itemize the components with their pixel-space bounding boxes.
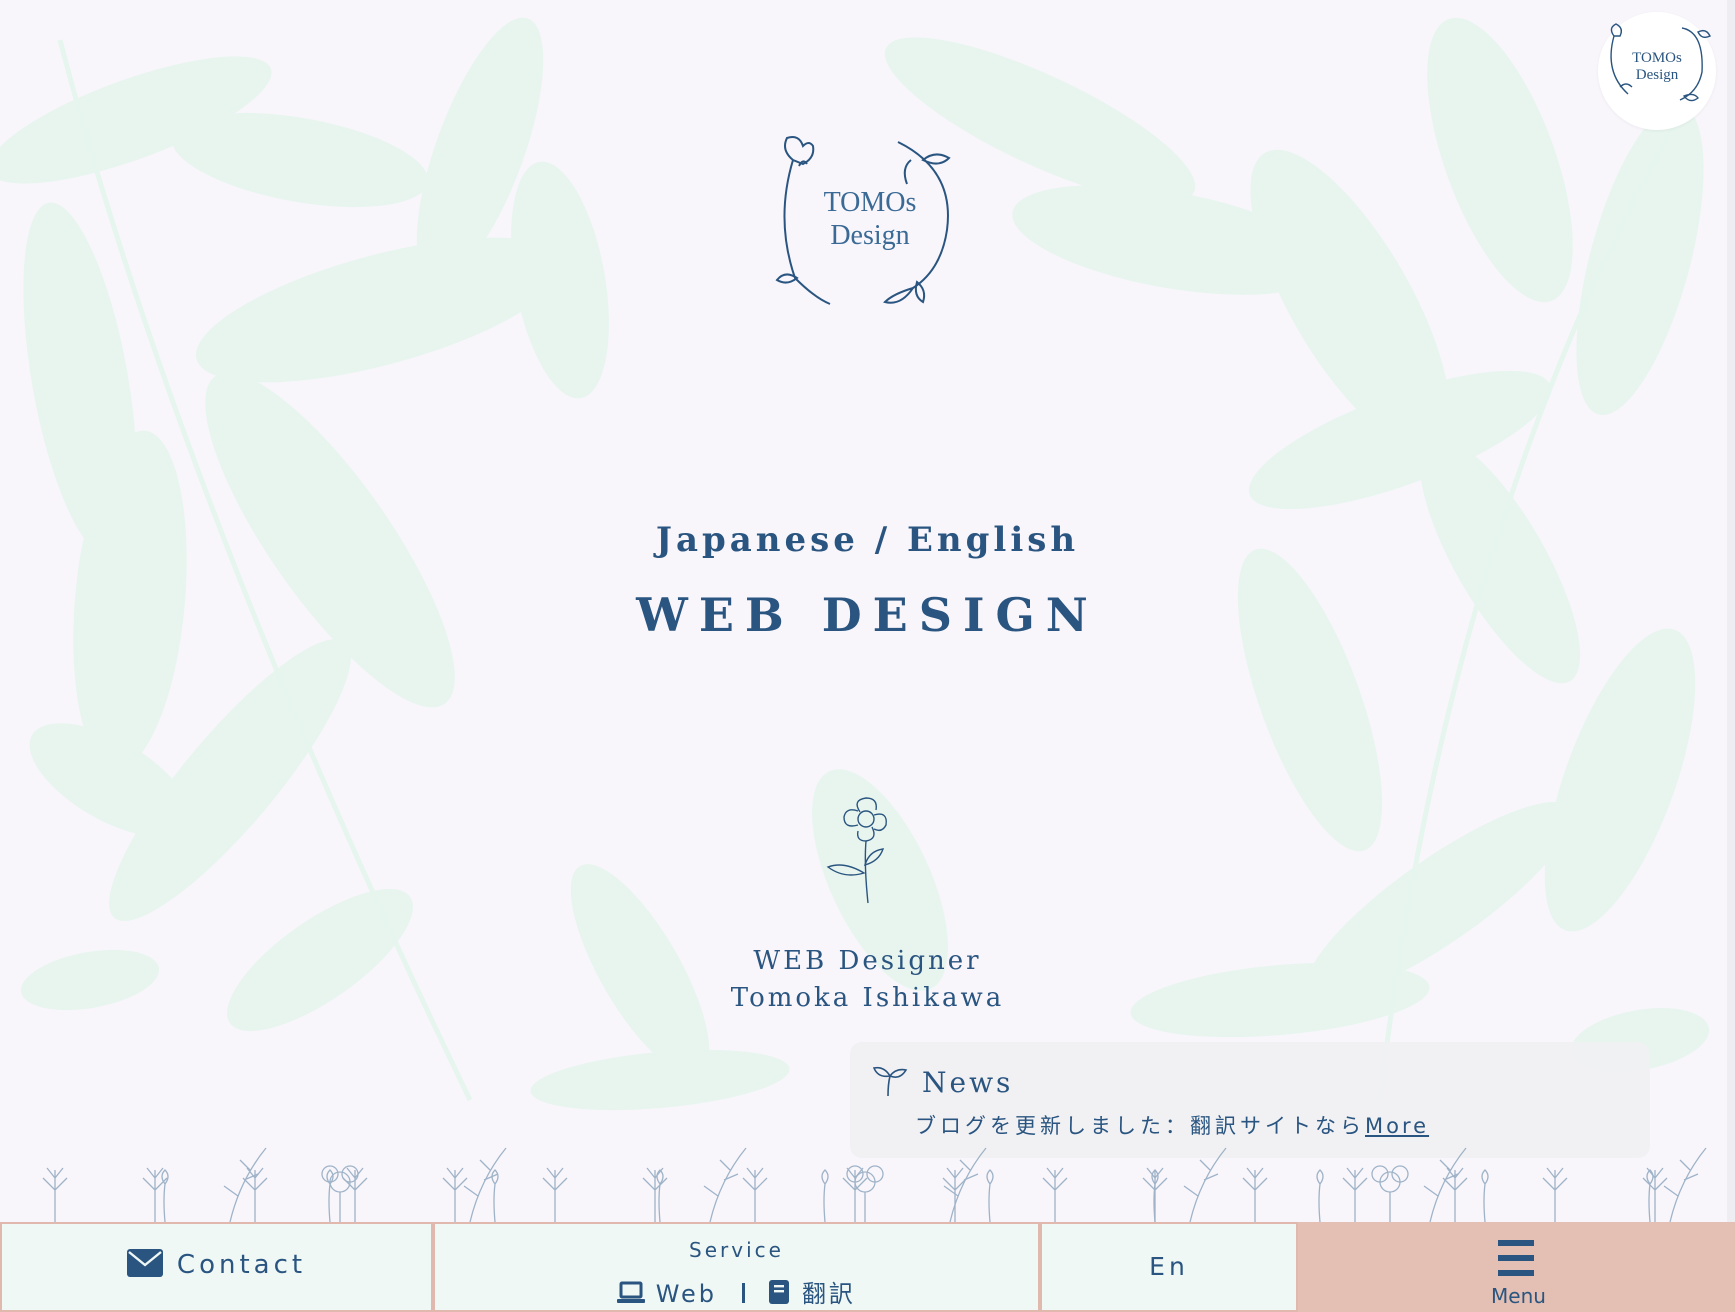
news-message: ブログを更新しました：翻訳サイトなら xyxy=(915,1114,1365,1138)
designer-role: WEB Designer xyxy=(753,946,982,976)
service-translation-link[interactable]: 翻訳 xyxy=(759,1280,856,1308)
service-label: Service xyxy=(689,1238,784,1262)
news-text: ブログを更新しました：翻訳サイトならMore xyxy=(915,1110,1429,1140)
contact-button[interactable]: Contact xyxy=(0,1222,433,1312)
corner-logo-line2: Design xyxy=(1635,67,1679,83)
hero-title: WEB DESIGN xyxy=(636,588,1099,642)
logo-line1: TOMOs xyxy=(823,187,917,218)
hamburger-icon xyxy=(1498,1240,1534,1276)
envelope-icon xyxy=(126,1248,163,1277)
news-title: News xyxy=(922,1066,1014,1099)
scrollbar[interactable] xyxy=(1727,0,1735,1312)
book-icon xyxy=(769,1280,790,1304)
contact-content: Contact xyxy=(2,1248,431,1280)
corner-logo[interactable]: TOMOs Design xyxy=(1598,12,1716,130)
bottom-navigation: Contact Service Web 翻訳 En Menu xyxy=(0,1222,1735,1312)
language-toggle[interactable]: En xyxy=(1040,1222,1298,1312)
flower-icon xyxy=(826,797,887,904)
service-web-link[interactable]: Web xyxy=(617,1280,728,1308)
news-more-link[interactable]: More xyxy=(1365,1114,1429,1138)
menu-label: Menu xyxy=(1491,1284,1546,1308)
service-nav: Service Web 翻訳 xyxy=(433,1222,1040,1312)
flower-border xyxy=(42,1147,1707,1222)
hero-subtitle: Japanese / English xyxy=(655,520,1080,560)
designer-name: Tomoka Ishikawa xyxy=(730,983,1005,1013)
corner-logo-line1: TOMOs xyxy=(1632,50,1682,66)
service-translation-label: 翻訳 xyxy=(801,1280,856,1308)
service-web-label: Web xyxy=(655,1280,718,1308)
language-label: En xyxy=(1149,1252,1189,1281)
menu-button[interactable]: Menu xyxy=(1298,1222,1735,1312)
laptop-icon xyxy=(617,1281,646,1303)
logo-line2: Design xyxy=(830,220,910,251)
main-logo: TOMOs Design xyxy=(755,130,985,320)
sprout-icon xyxy=(872,1066,908,1097)
service-links: Web 翻訳 xyxy=(435,1274,1038,1309)
contact-label: Contact xyxy=(176,1250,307,1280)
service-separator xyxy=(741,1283,745,1303)
